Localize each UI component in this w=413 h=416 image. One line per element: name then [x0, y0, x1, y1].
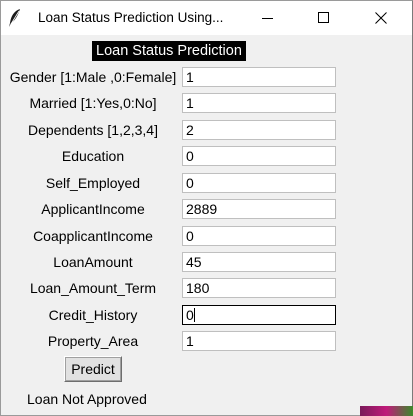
coapplicant-income-input[interactable]: 0 [182, 226, 336, 246]
prediction-result: Loan Not Approved [27, 391, 147, 407]
maximize-icon [318, 9, 330, 28]
app-window: Loan Status Prediction Using... Loan Sta… [0, 0, 413, 416]
close-icon [375, 9, 387, 28]
window-title: Loan Status Prediction Using... [38, 10, 224, 25]
applicant-income-label: ApplicantIncome [41, 201, 145, 217]
close-button[interactable] [358, 1, 404, 35]
loan-amount-term-input[interactable]: 180 [182, 278, 336, 298]
gender-input[interactable]: 1 [182, 67, 336, 87]
loan-amount-term-label: Loan_Amount_Term [29, 280, 157, 296]
minimize-icon [262, 9, 274, 28]
loan-amount-input[interactable]: 45 [182, 252, 336, 272]
education-label: Education [61, 148, 125, 164]
desktop-background [360, 406, 413, 416]
dependents-label: Dependents [1,2,3,4] [28, 122, 158, 138]
self-employed-label: Self_Employed [45, 175, 141, 191]
coapplicant-income-label: CoapplicantIncome [33, 228, 153, 244]
credit-history-value: 0 [186, 307, 194, 323]
title-bar[interactable]: Loan Status Prediction Using... [1, 1, 412, 35]
education-input[interactable]: 0 [182, 146, 336, 166]
self-employed-input[interactable]: 0 [182, 173, 336, 193]
married-input[interactable]: 1 [182, 93, 336, 113]
credit-history-input[interactable]: 0 [182, 305, 336, 325]
form-area: Loan Status Prediction Gender [1:Male ,0… [1, 35, 412, 415]
married-label: Married [1:Yes,0:No] [29, 95, 157, 111]
gender-label: Gender [1:Male ,0:Female] [9, 69, 177, 85]
predict-button[interactable]: Predict [64, 356, 122, 382]
minimize-button[interactable] [245, 1, 291, 35]
credit-history-label: Credit_History [48, 307, 138, 323]
property-area-label: Property_Area [47, 333, 139, 349]
maximize-button[interactable] [301, 1, 347, 35]
applicant-income-input[interactable]: 2889 [182, 199, 336, 219]
form-heading: Loan Status Prediction [92, 41, 246, 61]
dependents-input[interactable]: 2 [182, 120, 336, 140]
text-caret [193, 308, 195, 322]
loan-amount-label: LoanAmount [53, 254, 133, 270]
feather-icon [8, 8, 22, 28]
property-area-input[interactable]: 1 [182, 331, 336, 351]
